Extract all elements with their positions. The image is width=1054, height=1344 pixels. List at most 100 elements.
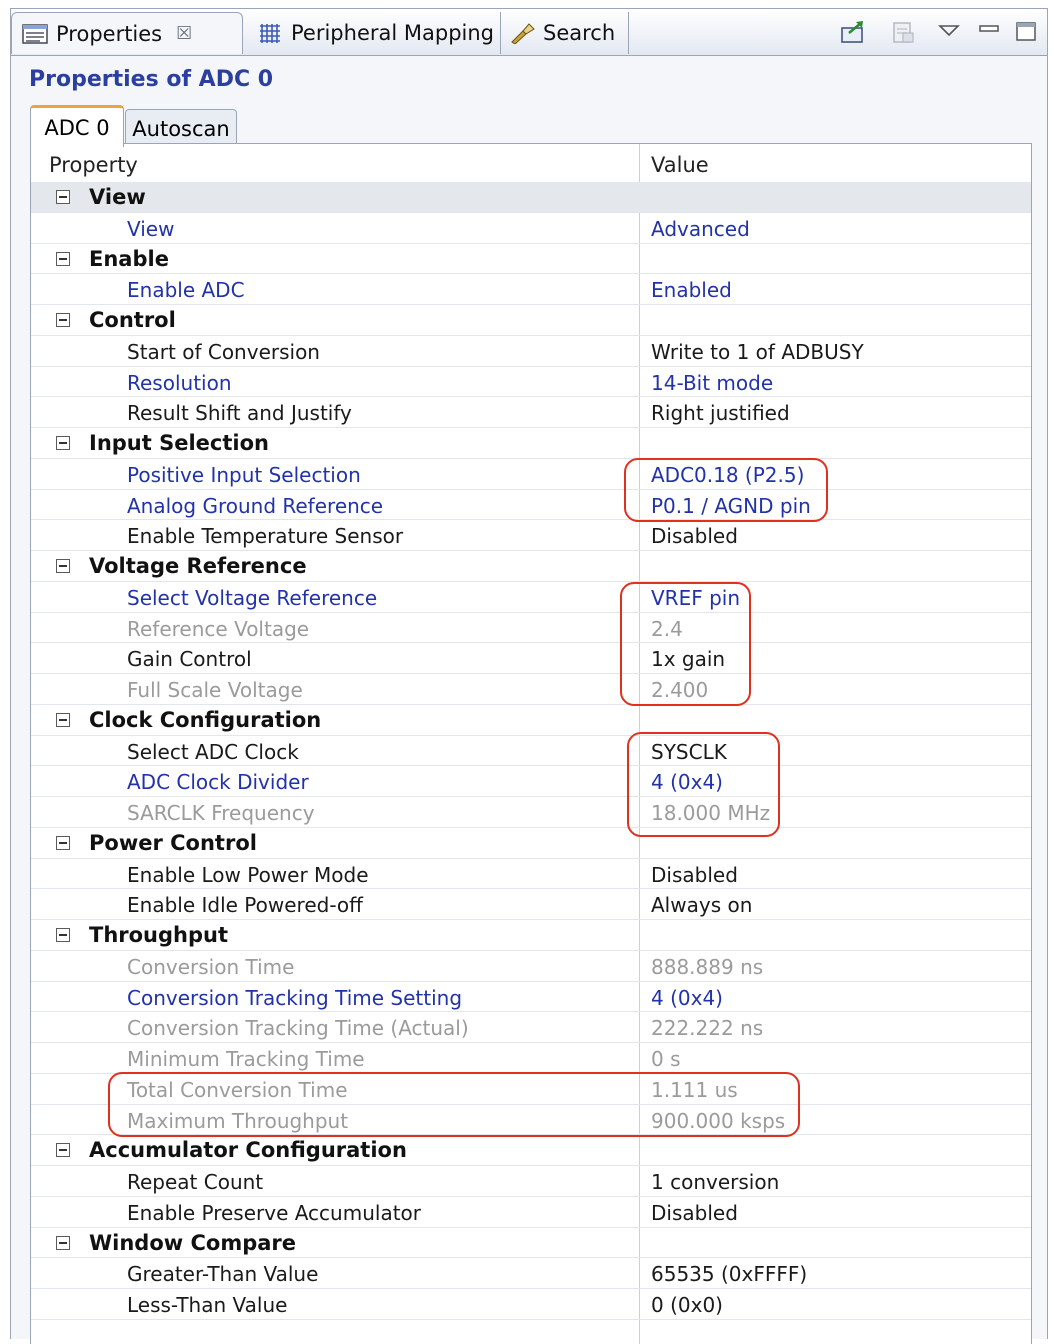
tab-adc0[interactable]: ADC 0 <box>30 105 124 147</box>
maximize-icon[interactable] <box>1013 19 1039 45</box>
property-name: Reference Voltage <box>127 616 310 641</box>
property-name: Resolution <box>127 370 232 395</box>
property-name: Enable Low Power Mode <box>127 862 369 887</box>
property-name: Gain Control <box>127 647 252 672</box>
export-icon[interactable] <box>839 19 867 45</box>
property-row[interactable]: Greater-Than Value 65535 (0xFFFF) <box>31 1258 1031 1289</box>
highlight-input-selection <box>624 458 828 522</box>
column-header-property[interactable]: Property <box>49 153 138 177</box>
collapse-icon[interactable] <box>56 559 70 573</box>
group-row[interactable]: Accumulator Configuration <box>31 1135 1031 1166</box>
property-row[interactable]: Analog Ground Reference P0.1 / AGND pin <box>31 490 1031 521</box>
property-row[interactable]: Repeat Count 1 conversion <box>31 1166 1031 1197</box>
property-row[interactable]: Conversion Tracking Time Setting 4 (0x4) <box>31 982 1031 1013</box>
property-name: Repeat Count <box>127 1170 264 1194</box>
property-row[interactable]: View Advanced <box>31 213 1031 244</box>
property-name: Less-Than Value <box>127 1293 288 1317</box>
collapse-icon[interactable] <box>56 1143 70 1158</box>
group-label: Enable <box>89 246 169 271</box>
collapse-icon[interactable] <box>56 712 70 727</box>
property-row[interactable]: Select Voltage Reference VREF pin <box>31 582 1031 613</box>
group-row[interactable]: Clock Configuration <box>31 705 1031 736</box>
property-value[interactable]: Always on <box>651 893 752 917</box>
property-name: Start of Conversion <box>127 339 320 364</box>
property-row[interactable]: Reference Voltage 2.4 <box>31 613 1031 644</box>
property-row[interactable]: Select ADC Clock SYSCLK <box>31 736 1031 767</box>
collapse-icon[interactable] <box>56 251 70 266</box>
group-label: Window Compare <box>89 1230 297 1255</box>
property-row[interactable]: Enable Idle Powered-off Always on <box>31 889 1031 920</box>
flashlight-icon <box>511 23 535 44</box>
group-row[interactable]: View <box>31 182 1031 213</box>
highlight-clock-configuration <box>627 732 780 837</box>
property-value[interactable]: Disabled <box>651 524 738 548</box>
property-row[interactable]: Enable ADC Enabled <box>31 274 1031 305</box>
property-value[interactable]: Write to 1 of ADBUSY <box>651 340 864 364</box>
collapse-icon[interactable] <box>56 313 70 327</box>
group-row[interactable]: Control <box>31 305 1031 336</box>
collapse-icon[interactable] <box>56 928 70 942</box>
property-value[interactable]: Advanced <box>651 217 750 241</box>
property-rows: View View Advanced Enable Enable ADC Enabled C… <box>31 182 1031 1320</box>
collapse-icon[interactable] <box>56 190 70 204</box>
property-name: Conversion Tracking Time (Actual) <box>127 1016 469 1041</box>
group-row[interactable]: Voltage Reference <box>31 551 1031 582</box>
property-row[interactable]: SARCLK Frequency 18.000 MHz <box>31 797 1031 828</box>
property-row[interactable]: Positive Input Selection ADC0.18 (P2.5) <box>31 459 1031 490</box>
group-row[interactable]: Input Selection <box>31 428 1031 459</box>
property-row[interactable]: Full Scale Voltage 2.400 <box>31 674 1031 705</box>
tab-adc0-label: ADC 0 <box>44 115 110 140</box>
property-name: Full Scale Voltage <box>127 678 303 702</box>
collapse-icon[interactable] <box>56 835 70 850</box>
property-row[interactable]: Conversion Time 888.889 ns <box>31 951 1031 982</box>
property-name: SARCLK Frequency <box>127 801 315 825</box>
close-icon[interactable]: ☒ <box>176 23 192 44</box>
property-value[interactable]: Right justified <box>651 401 790 425</box>
collapse-icon[interactable] <box>56 436 70 450</box>
tab-autoscan[interactable]: Autoscan <box>125 109 237 147</box>
property-name: Positive Input Selection <box>127 462 361 487</box>
property-name: Conversion Tracking Time Setting <box>127 985 463 1010</box>
property-row[interactable]: Result Shift and Justify Right justified <box>31 397 1031 428</box>
properties-view-icon <box>22 23 48 44</box>
property-row[interactable]: Minimum Tracking Time 0 s <box>31 1043 1031 1074</box>
property-value[interactable]: 1 conversion <box>651 1170 779 1194</box>
property-table: Property Value View View Advanced Enable Ena… <box>30 143 1032 1344</box>
property-value[interactable]: 0 (0x0) <box>651 1293 723 1317</box>
property-value[interactable]: 4 (0x4) <box>651 986 723 1010</box>
property-value[interactable]: Disabled <box>651 1201 738 1225</box>
property-value[interactable]: 65535 (0xFFFF) <box>651 1262 807 1286</box>
property-row[interactable]: Start of Conversion Write to 1 of ADBUSY <box>31 336 1031 367</box>
property-row[interactable]: Conversion Tracking Time (Actual) 222.222… <box>31 1012 1031 1043</box>
tab-properties-label: Properties <box>56 21 163 46</box>
property-row[interactable]: Resolution 14-Bit mode <box>31 367 1031 398</box>
property-name: Enable ADC <box>127 278 245 303</box>
minimize-icon[interactable] <box>977 19 1001 45</box>
property-value[interactable]: Disabled <box>651 863 738 887</box>
property-row[interactable]: Enable Preserve Accumulator Disabled <box>31 1197 1031 1228</box>
property-name: Select ADC Clock <box>127 739 299 764</box>
property-row[interactable]: Enable Temperature Sensor Disabled <box>31 520 1031 551</box>
property-row[interactable]: Less-Than Value 0 (0x0) <box>31 1289 1031 1320</box>
group-label: Clock Configuration <box>89 707 322 732</box>
tab-properties[interactable]: Properties ☒ <box>11 12 243 54</box>
properties-view: Properties ☒ Peripheral Mapping Search P… <box>10 8 1048 1344</box>
collapse-icon[interactable] <box>56 1235 70 1250</box>
property-row[interactable]: Enable Low Power Mode Disabled <box>31 859 1031 890</box>
group-row[interactable]: Power Control <box>31 828 1031 859</box>
property-value[interactable]: Enabled <box>651 278 732 302</box>
tab-search-label: Search <box>543 21 616 45</box>
column-header-value[interactable]: Value <box>651 153 709 177</box>
tab-peripheral-mapping[interactable]: Peripheral Mapping <box>247 12 501 54</box>
property-row[interactable]: ADC Clock Divider 4 (0x4) <box>31 766 1031 797</box>
tab-search[interactable]: Search <box>501 12 629 54</box>
group-row[interactable]: Enable <box>31 244 1031 275</box>
property-row[interactable]: Gain Control 1x gain <box>31 643 1031 674</box>
group-row[interactable]: Window Compare <box>31 1228 1031 1259</box>
group-row[interactable]: Throughput <box>31 920 1031 951</box>
view-tab-bar: Properties ☒ Peripheral Mapping Search <box>11 9 1047 56</box>
property-name: View <box>127 216 175 241</box>
group-label: Power Control <box>89 830 257 855</box>
view-menu-icon[interactable] <box>937 19 961 45</box>
property-value[interactable]: 14-Bit mode <box>651 371 773 395</box>
